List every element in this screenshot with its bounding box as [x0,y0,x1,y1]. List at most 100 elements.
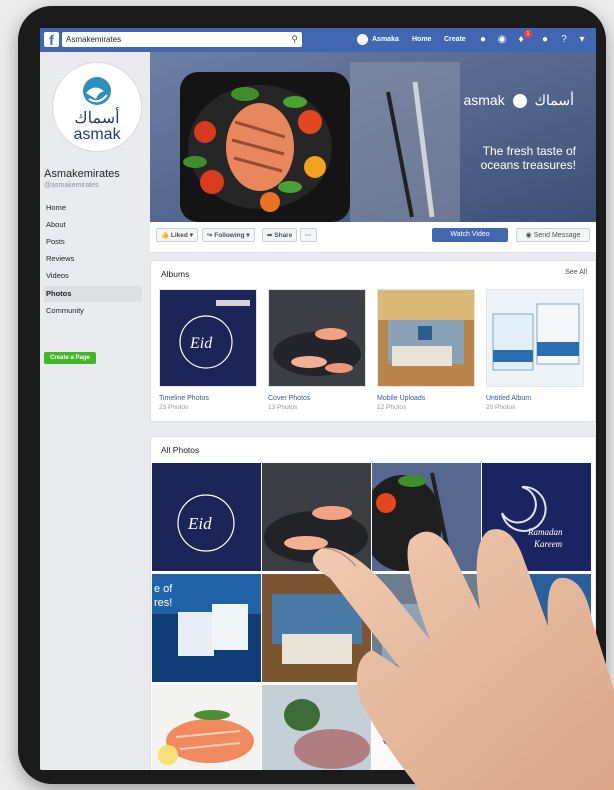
album-name[interactable]: Cover Photos [268,395,366,402]
fish-dish-photo [262,685,371,770]
cover-food-image [150,52,596,222]
album-card[interactable]: Cover Photos 13 Photos [268,289,366,411]
friends-icon[interactable]: ● [477,34,489,46]
album-count: 12 Photos [377,404,407,411]
liked-label: Liked [170,232,188,239]
page-handle[interactable]: @asmakemirates [44,182,99,189]
album-count: 20 Photos [486,404,516,411]
photo-tile[interactable]: e of res! [152,574,261,682]
albums-panel: Albums See All Eid Timeline Photos 23 Ph… [150,260,596,422]
albums-title: Albums [161,269,190,279]
photo-tile[interactable] [482,574,591,682]
more-options-button[interactable]: ··· [300,228,317,242]
photo-tile[interactable]: Eid [152,463,261,571]
share-icon: ➦ [267,232,273,239]
photo-tile[interactable] [372,574,481,682]
nav-home[interactable]: Home [412,28,431,52]
eid-greeting-photo: Eid [152,463,261,571]
send-message-button[interactable]: ◉ Send Message [516,228,590,242]
svg-text:Ramadan: Ramadan [527,527,563,537]
left-sidebar: أسماك asmak Asmakemirates @asmakemirates… [40,52,148,770]
sidebar-item-photos[interactable]: Photos [44,286,142,302]
album-card[interactable]: Mobile Uploads 12 Photos [377,289,475,411]
search-icon[interactable]: ⚲ [291,32,298,47]
facebook-logo-icon[interactable]: f [44,32,59,48]
see-all-link[interactable]: See All [565,269,587,276]
cover-brand-arabic: أسماك [534,92,574,108]
sidebar-item-reviews[interactable]: Reviews [44,251,142,267]
photo-tile[interactable]: Gu [372,685,481,770]
cover-tagline: The fresh taste of oceans treasures! [426,144,576,172]
booth-photo-2 [372,574,481,682]
liked-button[interactable]: 👍 Liked ▾ [156,228,198,242]
text-graphic-photo: Gu [372,685,481,770]
album-card[interactable]: Eid Timeline Photos 23 Photos [159,289,257,411]
album-count: 13 Photos [268,404,298,411]
ramadan-kareem-photo: Ramadan Kareem [482,463,591,571]
salmon-fillet-photo [152,685,261,770]
share-button[interactable]: ➦ Share [262,228,298,242]
facebook-top-bar: f Asmakemirates ⚲ Asmaka Home Create ● ◉… [40,28,596,52]
svg-text:Eid: Eid [189,335,213,352]
ocean-product-photo [482,574,591,682]
photo-tile[interactable] [262,685,371,770]
notification-badge: 1 [524,30,532,38]
svg-text:Gu: Gu [382,725,409,750]
photo-tile[interactable] [262,463,371,571]
sidebar-item-community[interactable]: Community [44,303,142,319]
photo-tile[interactable] [152,685,261,770]
cover-brand: asmak أسماك [463,92,574,109]
user-avatar[interactable] [357,34,368,45]
friend-requests-icon[interactable]: ● [539,34,551,46]
album-thumbnail[interactable] [486,289,584,387]
cover-tagline-line2: oceans treasures! [480,158,576,172]
sidebar-item-posts[interactable]: Posts [44,234,142,250]
help-icon[interactable]: ? [558,34,570,46]
page-profile-picture[interactable]: أسماك asmak [52,62,142,152]
product-banner-photo: e of res! [152,574,261,682]
album-thumbnail[interactable] [377,289,475,387]
svg-text:e of: e of [154,583,173,595]
cover-tagline-line1: The fresh taste of [482,144,576,158]
all-photos-title: All Photos [161,445,200,455]
watch-video-button[interactable]: Watch Video [432,228,508,242]
following-label: Following [214,232,245,239]
chevron-down-icon[interactable]: ▾ [576,34,588,46]
photo-tile[interactable] [262,574,371,682]
photo-tile[interactable]: Ramadan Kareem [482,463,591,571]
page-name[interactable]: Asmakemirates [44,168,120,180]
album-card[interactable]: Untitled Album 20 Photos [486,289,584,411]
salmon-cover-photo [372,463,481,571]
messenger-icon: ◉ [525,232,532,239]
page-action-bar: 👍 Liked ▾ ↪ Following ▾ ➦ Share ··· Watc… [150,222,596,253]
cover-brand-latin: asmak [463,92,505,108]
search-input[interactable]: Asmakemirates ⚲ [62,32,302,47]
sidebar-item-home[interactable]: Home [44,200,142,216]
album-name[interactable]: Mobile Uploads [377,395,475,402]
album-name[interactable]: Timeline Photos [159,395,257,402]
nav-user-name[interactable]: Asmaka [372,28,399,52]
svg-text:Eid: Eid [187,514,212,533]
album-thumbnail[interactable] [268,289,366,387]
following-icon: ↪ [207,232,213,239]
send-message-label: Send Message [533,232,581,239]
all-photos-panel: All Photos Eid Ramadan Kareem e of res! … [150,436,596,770]
sidebar-item-about[interactable]: About [44,217,142,233]
photo-tile[interactable] [372,463,481,571]
messenger-icon[interactable]: ◉ [496,34,508,46]
logo-latin-text: asmak [73,126,121,143]
album-thumbnail[interactable]: Eid [159,289,257,387]
album-name[interactable]: Untitled Album [486,395,584,402]
following-button[interactable]: ↪ Following ▾ [202,228,255,242]
create-page-button[interactable]: Create a Page [44,352,96,364]
like-icon: 👍 [161,232,170,239]
cover-photo[interactable]: asmak أسماك The fresh taste of oceans tr… [150,52,596,222]
eid-greeting-image: Eid [160,290,256,386]
photo-tile[interactable] [482,685,591,770]
svg-text:Kareem: Kareem [533,539,563,549]
sidebar-item-videos[interactable]: Videos [44,268,142,284]
nav-create[interactable]: Create [444,28,466,52]
shrimp-photo [262,463,371,571]
shrimp-image [269,290,365,386]
booth-photo [262,574,371,682]
